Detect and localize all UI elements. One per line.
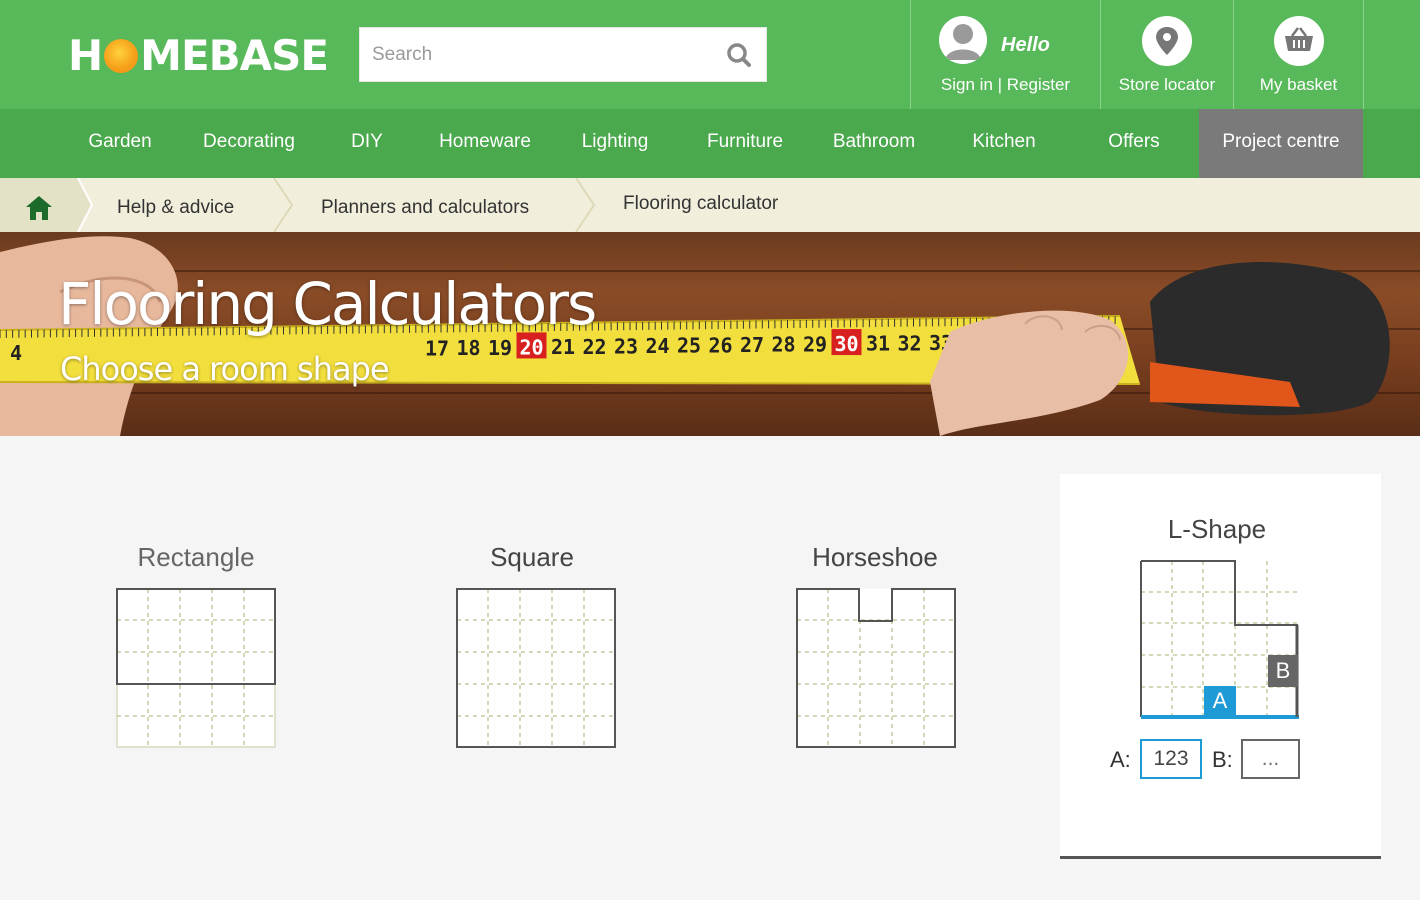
tape-number: 19 <box>488 336 512 360</box>
nav-decorating[interactable]: Decorating <box>184 109 314 178</box>
basket-icon <box>1273 16 1324 66</box>
homebase-logo[interactable]: H MEBASE <box>68 30 329 80</box>
tape-number: 26 <box>709 333 733 357</box>
nav-garden[interactable]: Garden <box>64 109 176 178</box>
tape-number: 20 <box>520 335 544 359</box>
location-pin-icon <box>1142 16 1192 66</box>
nav-furniture[interactable]: Furniture <box>686 109 804 178</box>
breadcrumb-help-advice[interactable]: Help & advice <box>117 178 234 232</box>
site-header: H MEBASE Hello Sign in | Register Store l… <box>0 0 1420 109</box>
dimension-b-input[interactable] <box>1241 739 1300 779</box>
hero-title: Flooring Calculators <box>58 270 597 338</box>
horseshoe-label: Horseshoe <box>812 542 938 572</box>
tape-number: 30 <box>835 332 859 356</box>
search-input[interactable] <box>360 28 720 81</box>
nav-bathroom[interactable]: Bathroom <box>816 109 932 178</box>
nav-offers[interactable]: Offers <box>1090 109 1178 178</box>
nav-lighting[interactable]: Lighting <box>560 109 670 178</box>
nav-diy[interactable]: DIY <box>330 109 404 178</box>
breadcrumb: Help & advice Planners and calculators F… <box>0 178 1420 232</box>
lshape-card[interactable]: L-Shape A B A: B: <box>1060 474 1381 859</box>
breadcrumb-current: Flooring calculator <box>623 193 779 214</box>
marker-b: B <box>1268 655 1298 687</box>
tape-number: 31 <box>866 332 890 356</box>
search-icon[interactable] <box>726 42 752 68</box>
breadcrumb-separator <box>575 178 596 232</box>
square-label: Square <box>490 542 574 572</box>
sun-icon <box>104 39 139 73</box>
tape-number: 4 <box>10 341 22 365</box>
breadcrumb-separator <box>66 178 94 232</box>
tape-number: 28 <box>772 333 796 357</box>
tape-number: 27 <box>740 333 764 357</box>
user-avatar-icon <box>939 16 987 64</box>
store-locator-label: Store locator <box>1118 75 1216 94</box>
account-menu[interactable]: Hello Sign in | Register <box>910 0 1100 109</box>
logo-text-start: H <box>68 30 103 80</box>
tape-number: 23 <box>614 334 638 358</box>
sign-in-register-link[interactable]: Sign in | Register <box>911 75 1100 95</box>
lshape-label: L-Shape <box>1167 514 1267 544</box>
tape-number: 17 <box>425 336 449 360</box>
main-nav: Garden Decorating DIY Homeware Lighting … <box>0 109 1420 178</box>
nav-homeware[interactable]: Homeware <box>420 109 550 178</box>
tape-number: 25 <box>677 334 701 358</box>
hero-subtitle: Choose a room shape <box>60 350 390 388</box>
breadcrumb-planners[interactable]: Planners and calculators <box>321 178 529 232</box>
tape-number: 21 <box>551 335 575 359</box>
hero-banner: 4 17 18 19 20 21 22 23 24 25 26 27 28 29 30 31 32 33 Floo… <box>0 232 1420 436</box>
tape-number: 22 <box>583 335 607 359</box>
basket-link[interactable]: My basket <box>1233 0 1364 109</box>
dimension-a-label: A: <box>1110 747 1131 772</box>
my-basket-label: My basket <box>1259 75 1338 94</box>
search-box <box>359 27 767 82</box>
store-locator-link[interactable]: Store locator <box>1100 0 1233 109</box>
tape-number: 24 <box>646 334 670 358</box>
breadcrumb-separator <box>273 178 294 232</box>
logo-text-end: MEBASE <box>140 30 329 80</box>
hello-greeting: Hello <box>1001 34 1050 56</box>
horseshoe-shape-option[interactable] <box>796 588 956 748</box>
dimension-a-input[interactable] <box>1140 739 1202 779</box>
dimension-b-label: B: <box>1212 747 1233 772</box>
tape-number: 32 <box>898 331 922 355</box>
tape-number: 29 <box>803 332 827 356</box>
nav-project-centre[interactable]: Project centre <box>1199 109 1363 178</box>
tape-number: 18 <box>457 336 481 360</box>
rectangle-label: Rectangle <box>137 542 255 572</box>
rectangle-shape-option[interactable] <box>116 588 276 748</box>
square-shape-option[interactable] <box>456 588 616 748</box>
nav-kitchen[interactable]: Kitchen <box>950 109 1058 178</box>
marker-a: A <box>1204 686 1236 716</box>
